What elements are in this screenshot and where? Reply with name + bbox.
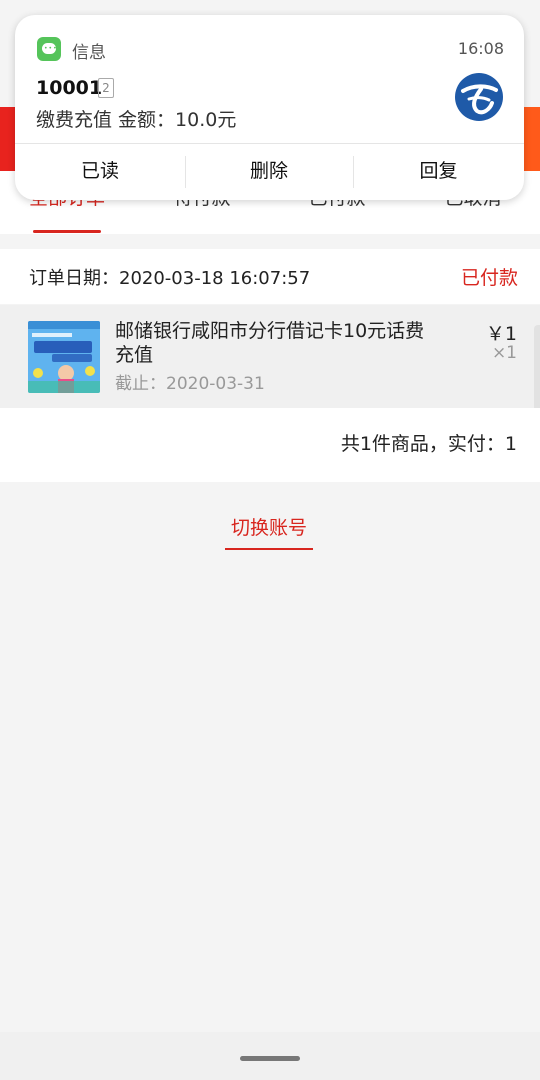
product-deadline: 截止：2020-03-31	[115, 374, 265, 394]
home-indicator[interactable]	[240, 1056, 300, 1061]
mark-read-button[interactable]: 已读	[15, 143, 185, 200]
china-telecom-logo	[455, 73, 503, 121]
delete-button[interactable]: 删除	[185, 143, 353, 200]
product-price: ￥1	[485, 323, 517, 345]
order-date: 订单日期：2020-03-18 16:07:57	[29, 268, 311, 289]
notification-sender: 10001	[36, 77, 103, 99]
notification-app-name: 信息	[72, 43, 106, 63]
system-nav-bar	[0, 1032, 540, 1080]
notification-message: 缴费充值 金额：10.0元	[36, 109, 237, 131]
reply-button[interactable]: 回复	[353, 143, 524, 200]
order-status: 已付款	[460, 267, 518, 289]
order-summary: 共1件商品，实付：1	[0, 408, 540, 482]
notification-time: 16:08	[457, 39, 504, 58]
active-tab-indicator	[33, 230, 101, 233]
sms-notification[interactable]: ••• 信息 16:08 10001 2 缴费充值 金额：10.0元 已读 删除…	[15, 15, 524, 200]
product-title: 邮储银行咸阳市分行借记卡10元话费充值	[115, 320, 425, 366]
message-bubble-icon: •••	[37, 37, 61, 61]
product-quantity: ×1	[491, 343, 517, 363]
order-total: 共1件商品，实付：1	[340, 433, 517, 455]
edge-handle[interactable]	[534, 325, 540, 420]
order-header: 订单日期：2020-03-18 16:07:57 已付款	[0, 249, 540, 304]
sim-slot-badge: 2	[98, 78, 114, 98]
order-item[interactable]: 邮储银行咸阳市分行借记卡10元话费充值 截止：2020-03-31 ￥1 ×1	[0, 305, 540, 408]
product-thumbnail	[28, 321, 100, 393]
switch-account-button[interactable]: 切换账号	[225, 513, 313, 550]
